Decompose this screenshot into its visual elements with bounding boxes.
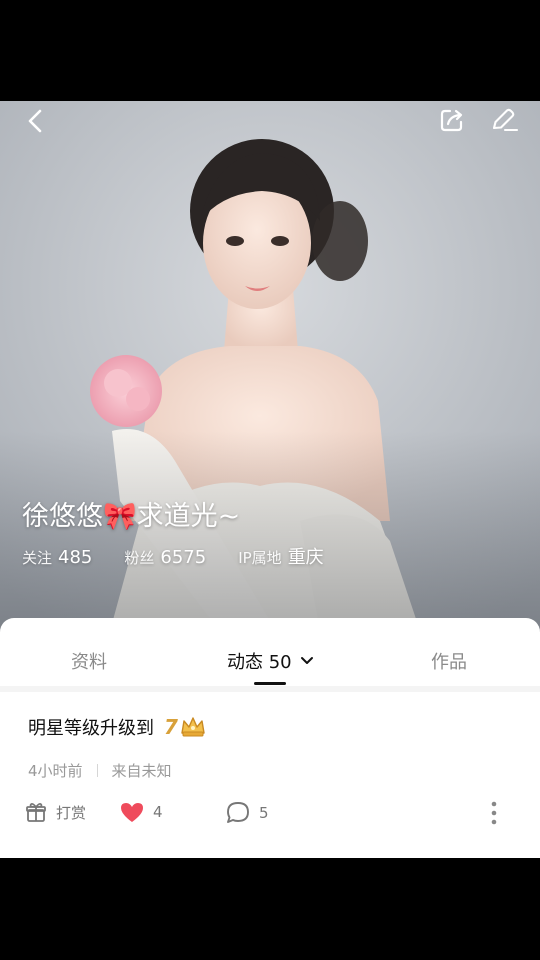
heart-icon <box>121 803 143 822</box>
bottom-black-bar <box>0 858 540 960</box>
chevron-down-icon <box>300 657 313 664</box>
like-button[interactable]: 4 <box>119 800 163 824</box>
gift-icon <box>26 803 46 822</box>
post-title-text: 明星等级升级到 <box>28 718 154 739</box>
tab-works[interactable]: 作品 <box>431 648 467 674</box>
more-vertical-icon <box>491 801 497 825</box>
reward-button[interactable]: 打赏 <box>24 800 86 824</box>
tab-bar: 资料 动态 50 作品 <box>0 618 540 686</box>
tab-profile[interactable]: 资料 <box>71 648 107 674</box>
more-button[interactable] <box>490 800 498 826</box>
stat-following-value: 485 <box>58 547 93 568</box>
comment-button[interactable]: 5 <box>225 800 269 826</box>
profile-stats: 关注 485 粉丝 6575 IP属地 重庆 <box>22 543 356 569</box>
top-black-bar <box>0 0 540 101</box>
crown-icon <box>181 717 205 737</box>
content-sheet: 资料 动态 50 作品 明星等级升级到 7 4小时前 来自未知 打赏 4 5 <box>0 618 540 858</box>
tab-feed-label: 动态 50 <box>227 652 292 673</box>
post-actions: 打赏 4 5 <box>24 800 516 830</box>
stat-following[interactable]: 关注 485 <box>22 547 92 568</box>
comment-count: 5 <box>259 804 269 822</box>
level-number: 7 <box>164 715 178 739</box>
share-button[interactable] <box>434 102 470 138</box>
stat-ip-location: IP属地 重庆 <box>238 543 323 569</box>
reward-label: 打赏 <box>56 803 87 822</box>
stat-fans-value: 6575 <box>160 547 207 568</box>
active-tab-indicator <box>254 682 286 685</box>
stat-fans[interactable]: 粉丝 6575 <box>124 547 206 568</box>
back-button[interactable] <box>18 103 54 139</box>
stat-ip-value: 重庆 <box>287 547 324 568</box>
post-source: 来自未知 <box>111 762 172 780</box>
post-time: 4小时前 <box>28 762 83 780</box>
section-divider <box>0 686 540 692</box>
tab-feed[interactable]: 动态 50 <box>227 648 316 674</box>
edit-button[interactable] <box>486 102 522 138</box>
profile-name: 徐悠悠🎀求道光~ <box>22 501 241 532</box>
like-count: 4 <box>153 803 163 821</box>
comment-icon <box>227 802 249 823</box>
edit-icon <box>492 108 519 132</box>
meta-separator <box>96 764 98 777</box>
stat-ip-label: IP属地 <box>238 549 282 567</box>
post-title[interactable]: 明星等级升级到 7 <box>28 714 206 740</box>
stat-fans-label: 粉丝 <box>124 549 155 567</box>
back-arrow-icon <box>28 109 42 133</box>
share-icon <box>440 109 463 132</box>
post-meta: 4小时前 来自未知 <box>28 760 172 781</box>
level-badge: 7 <box>164 715 206 739</box>
stat-following-label: 关注 <box>22 549 53 567</box>
